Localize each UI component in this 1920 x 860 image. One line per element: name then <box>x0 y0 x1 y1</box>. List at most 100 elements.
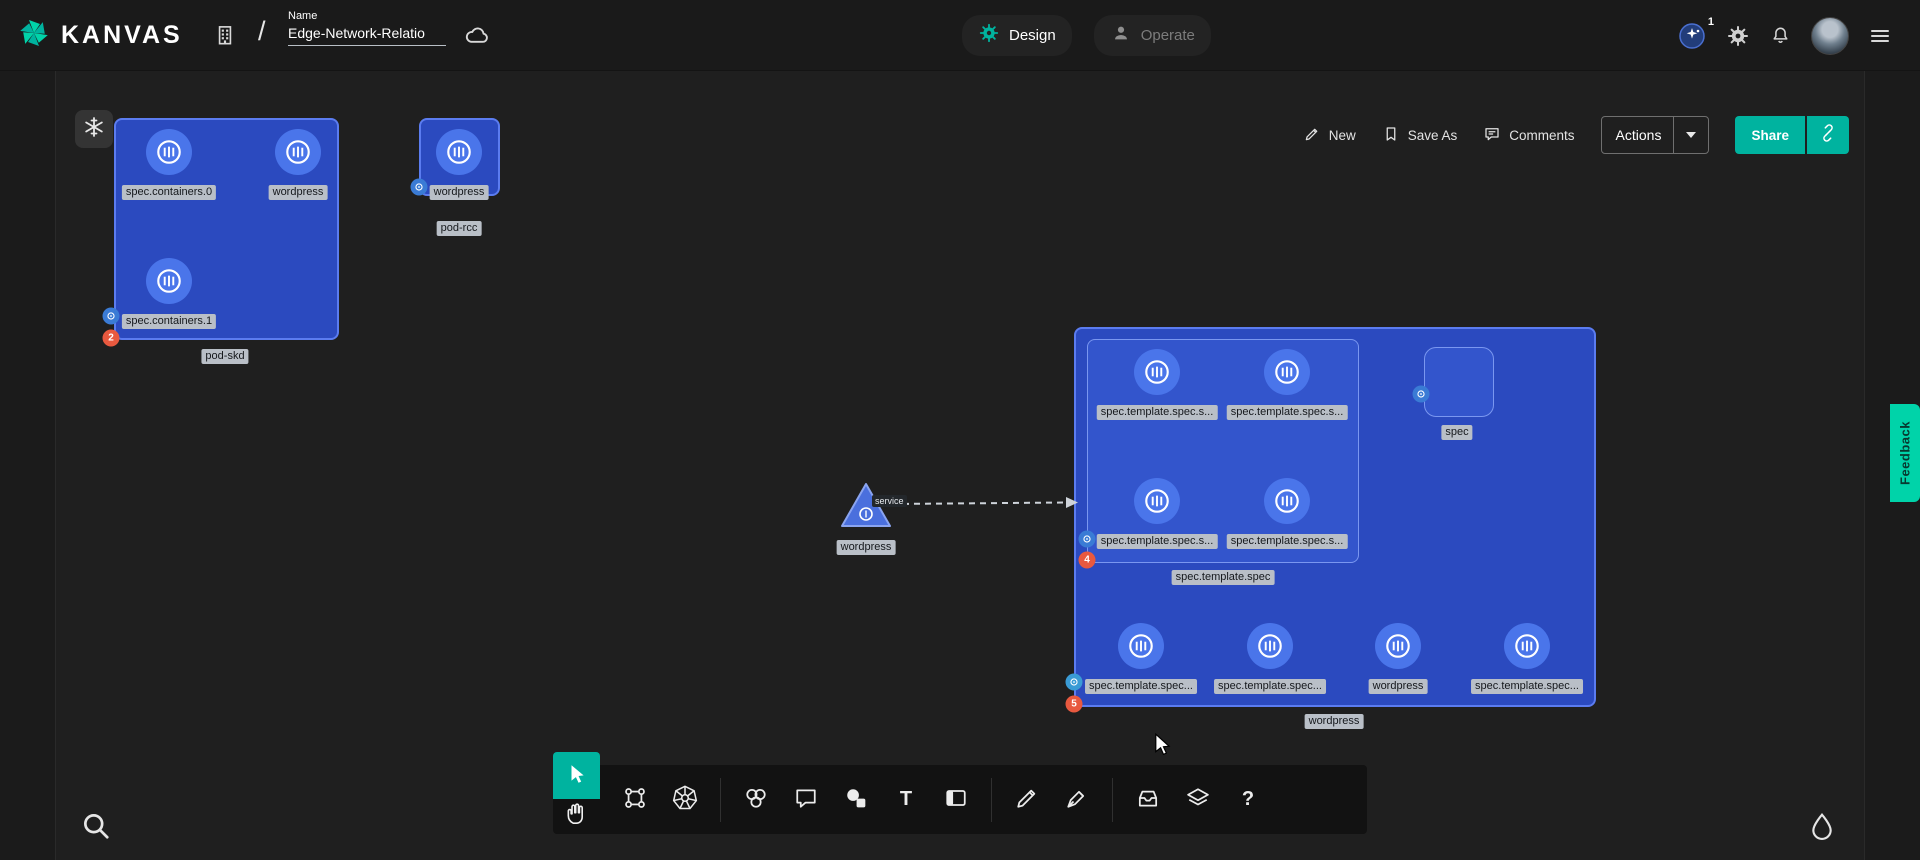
node-label: spec.template.spec.s... <box>1097 405 1218 420</box>
node-label: spec.template.spec... <box>1214 679 1326 694</box>
container-node[interactable] <box>146 258 192 304</box>
spec-template-group[interactable] <box>1087 339 1359 563</box>
comment-icon <box>1483 125 1501 146</box>
logo-text: KANVAS <box>61 21 183 50</box>
pencil-icon <box>1303 125 1321 146</box>
container-node[interactable] <box>1134 349 1180 395</box>
text-tool-button[interactable]: T <box>881 765 931 834</box>
group-label: pod-skd <box>201 349 248 364</box>
node-label: spec.template.spec... <box>1471 679 1583 694</box>
notifications-bell-icon[interactable] <box>1769 24 1792 47</box>
kubernetes-badge-icon[interactable] <box>103 308 120 325</box>
error-count-badge[interactable]: 2 <box>103 330 120 347</box>
node-label: spec.template.spec... <box>1085 679 1197 694</box>
node-label: spec.template.spec.s... <box>1097 534 1218 549</box>
shapes-tool-button[interactable] <box>731 765 781 834</box>
components-icon <box>621 784 649 815</box>
operate-person-icon <box>1110 22 1132 49</box>
comments-button[interactable]: Comments <box>1483 125 1574 146</box>
container-node[interactable] <box>436 129 482 175</box>
hand-icon <box>564 801 590 832</box>
cloud-icon[interactable] <box>462 22 492 50</box>
container-node[interactable] <box>1134 478 1180 524</box>
new-button-label: New <box>1329 128 1356 143</box>
container-node[interactable] <box>275 129 321 175</box>
new-button[interactable]: New <box>1303 125 1356 146</box>
kubernetes-badge-icon[interactable] <box>1079 531 1096 548</box>
node-label: spec.template.spec.s... <box>1227 534 1348 549</box>
menu-icon[interactable] <box>1868 24 1892 48</box>
components-tool-button[interactable] <box>610 765 660 834</box>
tab-operate-label: Operate <box>1141 27 1195 44</box>
help-tool-button[interactable]: ? <box>1223 765 1273 834</box>
kanvas-app: KANVAS / Name <box>0 0 1920 860</box>
organization-icon[interactable] <box>212 22 238 48</box>
frame-tool-button[interactable] <box>931 765 981 834</box>
pencil-tool-button[interactable] <box>1002 765 1052 834</box>
kubernetes-badge-icon[interactable] <box>1413 386 1430 403</box>
spec-node[interactable] <box>1424 347 1494 417</box>
sticker-tool-button[interactable] <box>831 765 881 834</box>
select-tool-button[interactable] <box>553 752 600 799</box>
tab-operate[interactable]: Operate <box>1094 15 1211 56</box>
group-label: pod-rcc <box>437 221 482 236</box>
droplet-button[interactable] <box>1806 810 1838 842</box>
node-label: spec.containers.1 <box>122 314 216 329</box>
container-node[interactable] <box>1118 623 1164 669</box>
container-node[interactable] <box>1375 623 1421 669</box>
layers-tool-button[interactable] <box>1173 765 1223 834</box>
provider-badge-icon[interactable]: 1 <box>1677 21 1707 51</box>
container-node[interactable] <box>1504 623 1550 669</box>
bottom-toolbar: T <box>553 765 1367 834</box>
provider-notification-count: 1 <box>1708 16 1714 28</box>
error-count-badge[interactable]: 4 <box>1079 552 1096 569</box>
node-label: wordpress <box>1369 679 1428 694</box>
drawer-tool-button[interactable] <box>1123 765 1173 834</box>
user-avatar[interactable] <box>1811 17 1849 55</box>
container-node[interactable] <box>1264 478 1310 524</box>
node-label: wordpress <box>837 540 896 555</box>
kubernetes-badge-icon[interactable] <box>1066 674 1083 691</box>
copy-link-button[interactable] <box>1807 116 1849 154</box>
design-name-input[interactable] <box>288 22 446 46</box>
comment-tool-button[interactable] <box>781 765 831 834</box>
help-icon: ? <box>1242 788 1254 811</box>
toolbar-separator <box>1112 778 1113 822</box>
caret-down-icon <box>1686 132 1696 138</box>
drawer-icon <box>1134 784 1162 815</box>
pan-tool-button[interactable] <box>562 802 592 830</box>
pen-tool-icon <box>1063 784 1091 815</box>
comments-button-label: Comments <box>1509 128 1574 143</box>
snowflake-button[interactable] <box>75 110 113 148</box>
container-node[interactable] <box>1247 623 1293 669</box>
breadcrumb-separator: / <box>258 16 266 47</box>
kanvas-logo-icon <box>16 15 52 56</box>
node-label: spec.template.spec.s... <box>1227 405 1348 420</box>
kubernetes-badge-icon[interactable] <box>411 179 428 196</box>
zoom-button[interactable] <box>78 808 114 844</box>
edge-label: service <box>872 495 907 507</box>
bookmark-icon <box>1382 125 1400 146</box>
toolbar-separator <box>991 778 992 822</box>
shapes-icon <box>742 784 770 815</box>
snowflake-icon <box>82 115 106 144</box>
container-node[interactable] <box>146 129 192 175</box>
mode-tabs: Design Operate <box>962 0 1211 71</box>
service-deployment-edge[interactable] <box>884 493 1084 513</box>
actions-dropdown-button[interactable]: Actions <box>1601 116 1710 154</box>
header-right-cluster: 1 <box>1677 0 1892 71</box>
tab-design-label: Design <box>1009 27 1056 44</box>
error-count-badge[interactable]: 5 <box>1066 696 1083 713</box>
share-button[interactable]: Share <box>1735 116 1805 154</box>
design-name-block: Name <box>288 10 448 46</box>
container-node[interactable] <box>1264 349 1310 395</box>
save-as-button-label: Save As <box>1408 128 1458 143</box>
settings-gear-icon[interactable] <box>1726 24 1750 48</box>
tab-design[interactable]: Design <box>962 15 1072 56</box>
pen-tool-button[interactable] <box>1052 765 1102 834</box>
save-as-button[interactable]: Save As <box>1382 125 1458 146</box>
feedback-tab[interactable]: Feedback <box>1890 404 1920 502</box>
kubernetes-tool-button[interactable] <box>660 765 710 834</box>
kanvas-logo[interactable]: KANVAS <box>16 0 183 71</box>
node-label: spec.containers.0 <box>122 185 216 200</box>
